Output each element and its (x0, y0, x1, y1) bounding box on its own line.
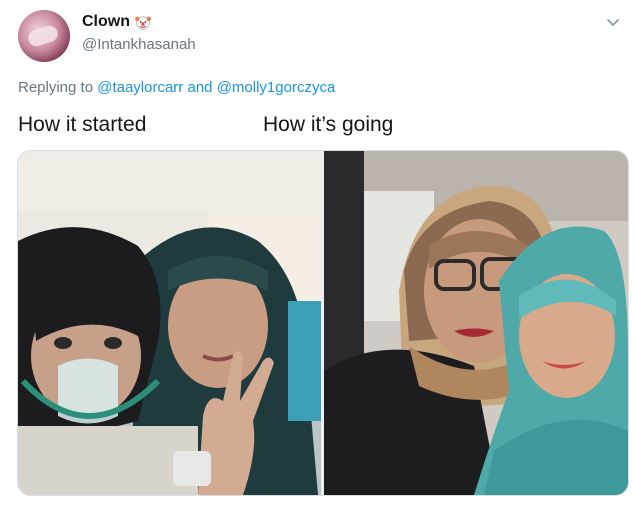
mention-link[interactable]: @molly1gorczyca (217, 79, 336, 96)
reply-prefix: Replying to (18, 79, 94, 96)
media-grid[interactable] (17, 150, 629, 496)
display-name[interactable]: Clown (82, 13, 130, 31)
reply-joiner: and (187, 79, 213, 96)
photo-right[interactable] (324, 151, 628, 495)
user-handle[interactable]: @Intankhasanah (82, 36, 196, 53)
mention-link[interactable]: @taaylorcarr (97, 79, 183, 96)
caption-how-its-going: How it’s going (263, 113, 394, 136)
author-name-row: Clown (82, 13, 151, 31)
clown-face-icon (135, 16, 151, 30)
photo-left[interactable] (18, 151, 321, 495)
tweet-card: Clown @Intankhasanah Replying to @taaylo… (0, 0, 635, 512)
avatar[interactable] (18, 10, 70, 62)
chevron-down-icon[interactable] (605, 14, 621, 30)
caption-how-it-started: How it started (18, 113, 147, 136)
replying-to: Replying to @taaylorcarr and @molly1gorc… (18, 79, 335, 96)
